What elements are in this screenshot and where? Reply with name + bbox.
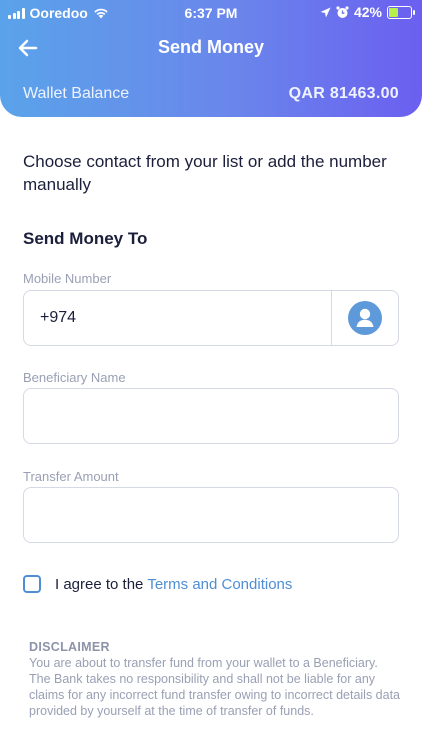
transfer-amount-label: Transfer Amount	[23, 469, 119, 484]
nav-bar: Send Money	[0, 30, 422, 66]
status-right: 42%	[320, 4, 415, 20]
location-icon	[320, 7, 331, 17]
beneficiary-name-field	[23, 388, 399, 444]
wallet-balance-label: Wallet Balance	[23, 85, 130, 102]
battery-icon	[387, 5, 415, 19]
mobile-number-label: Mobile Number	[23, 271, 112, 286]
agreement-prefix: I agree to the	[55, 575, 144, 593]
transfer-amount-input[interactable]	[24, 488, 398, 542]
transfer-amount-field	[23, 487, 399, 543]
mobile-number-field	[23, 290, 399, 346]
wallet-balance-value: QAR 81463.00	[288, 85, 399, 102]
disclaimer-title: DISCLAIMER	[29, 640, 110, 654]
terms-link[interactable]: Terms and Conditions	[147, 576, 292, 593]
disclaimer-text: You are about to transfer fund from your…	[29, 656, 401, 718]
alarm-icon	[336, 5, 349, 18]
page-title: Send Money	[157, 37, 264, 57]
terms-checkbox[interactable]	[23, 575, 41, 593]
agreement-text: I agree to the Terms and Conditions	[55, 576, 292, 593]
beneficiary-name-label: Beneficiary Name	[23, 370, 126, 385]
status-bar: Ooredoo 6:37 PM 42%	[0, 0, 422, 26]
section-title: Send Money To	[23, 229, 148, 248]
mobile-number-input-wrap	[24, 291, 332, 345]
pick-contact-button[interactable]	[331, 291, 398, 345]
terms-agreement: I agree to the Terms and Conditions	[23, 575, 292, 593]
mobile-number-input[interactable]	[24, 291, 332, 345]
contact-person-icon	[348, 301, 382, 335]
intro-text: Choose contact from your list or add the…	[23, 152, 387, 194]
beneficiary-name-input[interactable]	[24, 389, 398, 443]
battery-percent: 42%	[353, 4, 382, 20]
header: Ooredoo 6:37 PM 42% Send Money Wallet Ba…	[0, 0, 422, 117]
